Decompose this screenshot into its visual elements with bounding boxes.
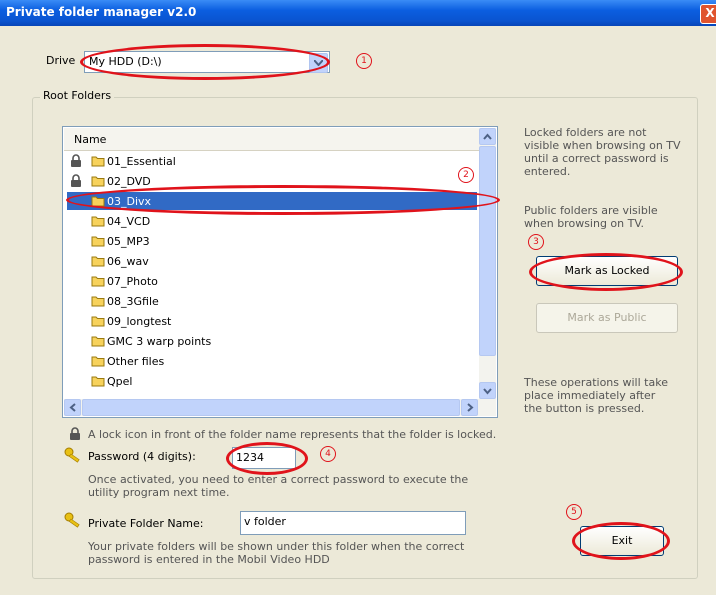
password-field[interactable] [232,447,296,469]
root-folders-label: Root Folders [40,89,115,102]
note-line: password is entered in the Mobil Video H… [88,553,330,566]
note-line: Public folders are visible [524,204,658,217]
annotation-number-5: 5 [566,504,582,520]
folder-name: 09_longtest [107,315,172,328]
operations-note: These operations will take place immediat… [524,376,694,415]
mark-as-public-button[interactable]: Mark as Public [536,303,678,333]
note-line: utility program next time. [88,486,230,499]
folder-icon [91,275,105,290]
window-title: Private folder manager v2.0 [6,5,197,19]
folder-row[interactable]: 01_Essential [67,152,477,170]
close-button[interactable]: X [700,4,716,24]
public-folders-note: Public folders are visible when browsing … [524,204,694,230]
note-line: Locked folders are not [524,126,647,139]
folder-name: 06_wav [107,255,149,268]
folder-icon [91,295,105,310]
folder-row[interactable]: 09_longtest [67,312,477,330]
drive-select[interactable]: My HDD (D:\) [84,51,330,73]
chevron-left-icon [69,403,76,412]
note-line: visible when browsing on TV [524,139,681,152]
folder-name: 07_Photo [107,275,158,288]
folder-row[interactable]: 04_VCD [67,212,477,230]
annotation-number-4: 4 [320,446,336,462]
note-line: Once activated, you need to enter a corr… [88,473,469,486]
folder-icon [91,235,105,250]
note-line: place immediately after [524,389,656,402]
note-line: when browsing on TV. [524,217,644,230]
private-folder-field[interactable] [240,511,466,535]
folder-icon [91,375,105,390]
folder-name: 02_DVD [107,175,151,188]
password-note: Once activated, you need to enter a corr… [88,473,518,499]
folder-name: 04_VCD [107,215,151,228]
password-input[interactable] [236,451,292,464]
title-bar: Private folder manager v2.0 X [0,0,716,26]
dropdown-arrow[interactable] [309,53,328,73]
annotation-number-1: 1 [356,53,372,69]
folder-icon [91,215,105,230]
scroll-down-button[interactable] [479,382,496,399]
chevron-down-icon [483,388,492,395]
drive-value: My HDD (D:\) [89,55,162,68]
folder-name: Qpel [107,375,133,388]
mark-as-locked-button[interactable]: Mark as Locked [536,256,678,286]
lock-icon [69,174,83,191]
lock-legend-text: A lock icon in front of the folder name … [88,428,497,441]
folder-name: GMC 3 warp points [107,335,212,348]
folder-row[interactable]: Qpel [67,372,477,390]
folder-row[interactable]: 08_3Gfile [67,292,477,310]
folder-row[interactable]: 06_wav [67,252,477,270]
folder-row[interactable]: GMC 3 warp points [67,332,477,350]
folder-icon [91,255,105,270]
lock-icon [68,427,82,444]
annotation-number-2: 2 [458,167,474,183]
locked-folders-note: Locked folders are not visible when brows… [524,126,694,178]
note-line: entered. [524,165,571,178]
folder-icon [91,155,105,170]
folder-name: 03_Divx [107,195,152,208]
note-line: the button is pressed. [524,402,645,415]
exit-button[interactable]: Exit [580,526,664,556]
folder-icon [91,355,105,370]
folder-name: 05_MP3 [107,235,150,248]
folder-name: Other files [107,355,165,368]
folder-icon [91,335,105,350]
scroll-up-button[interactable] [479,128,496,145]
folder-list[interactable]: Name 01_Essential 02_DVD 03_Divx 04_VCD 05_M… [62,126,498,418]
private-folder-label: Private Folder Name: [88,517,204,530]
folder-icon [91,175,105,190]
folder-name: 08_3Gfile [107,295,159,308]
folder-row[interactable]: 03_Divx [67,192,477,210]
folder-icon [91,195,105,210]
chevron-up-icon [483,133,492,140]
scroll-right-button[interactable] [461,399,478,416]
folder-icon [91,315,105,330]
note-line: These operations will take [524,376,668,389]
lock-icon [69,154,83,171]
key-icon [64,512,82,531]
column-header-label: Name [74,133,107,146]
password-label: Password (4 digits): [88,450,196,463]
private-folder-input[interactable] [244,515,446,528]
column-header-name[interactable]: Name [64,128,479,151]
vertical-scrollbar[interactable] [479,128,496,399]
window: Private folder manager v2.0 X Drive My H… [0,0,716,595]
vertical-scroll-thumb[interactable] [479,146,496,356]
folder-name: 01_Essential [107,155,176,168]
folder-row[interactable]: 02_DVD [67,172,477,190]
note-line: Your private folders will be shown under… [88,540,465,553]
chevron-right-icon [467,403,474,412]
key-icon [64,447,82,466]
horizontal-scroll-thumb[interactable] [82,399,460,416]
note-line: until a correct password is [524,152,669,165]
drive-label: Drive [46,54,76,67]
horizontal-scrollbar[interactable] [64,399,496,416]
folder-row[interactable]: Other files [67,352,477,370]
scroll-left-button[interactable] [64,399,81,416]
chevron-down-icon [314,60,323,66]
folder-row[interactable]: 05_MP3 [67,232,477,250]
folder-row[interactable]: 07_Photo [67,272,477,290]
private-folder-note: Your private folders will be shown under… [88,540,518,566]
annotation-number-3: 3 [528,234,544,250]
